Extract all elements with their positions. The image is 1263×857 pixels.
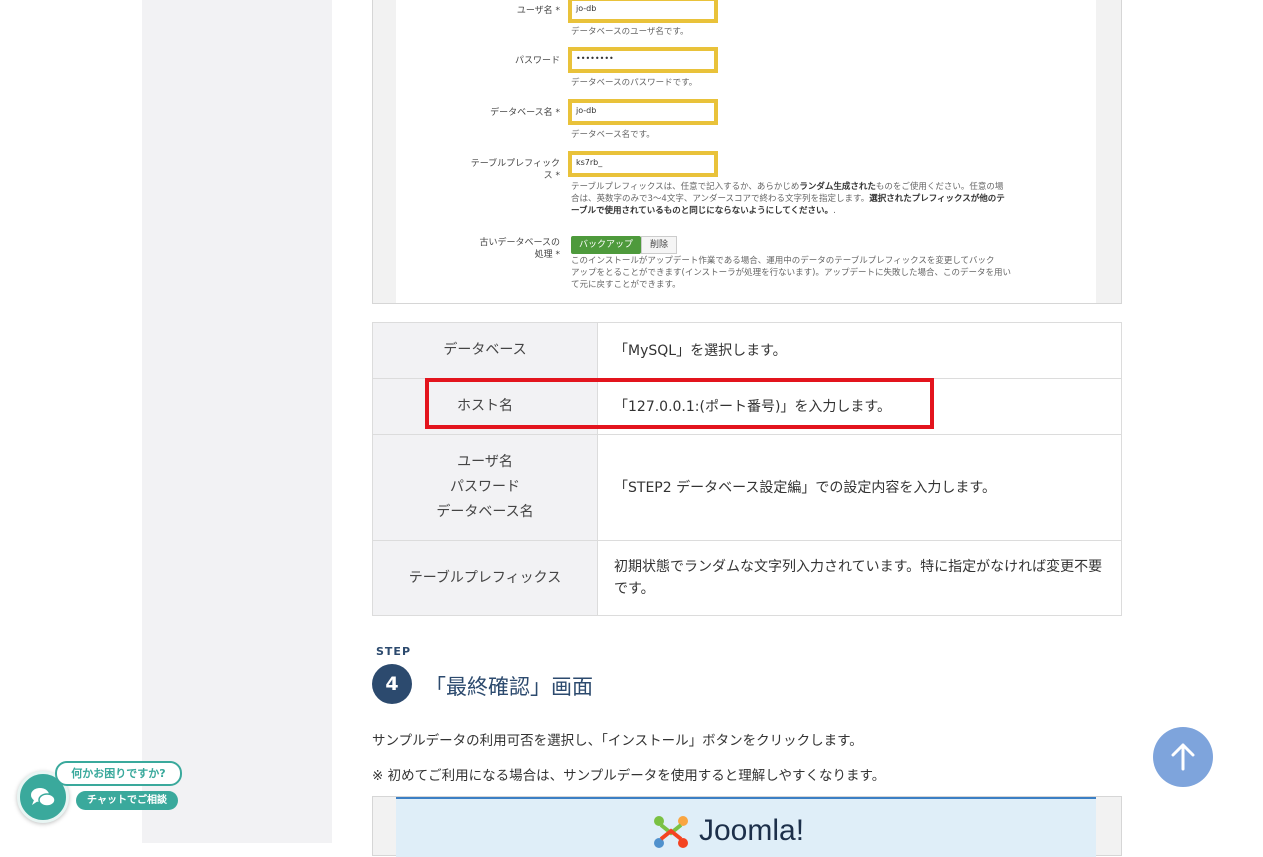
form-label-username: ユーザ名 * <box>516 6 560 16</box>
password-field: •••••••• <box>568 47 718 73</box>
chat-prompt-bubble[interactable]: 何かお困りですか? <box>55 761 182 786</box>
prefix-help: テーブルプレフィックスは、任意で記入するか、あらかじめランダム生成されたものをご… <box>571 182 1005 216</box>
backup-button: バックアップ <box>571 236 641 254</box>
arrow-up-icon <box>1171 743 1195 771</box>
username-value: jo-db <box>576 4 597 13</box>
form-label-dbname: データベース名 * <box>490 108 560 118</box>
dbname-value: jo-db <box>576 106 597 115</box>
prefix-value: ks7rb_ <box>576 158 603 167</box>
table-head-credentials: ユーザ名 パスワード データベース名 <box>372 434 598 541</box>
step-label: STEP <box>376 645 412 658</box>
table-row: テーブルプレフィックス 初期状態でランダムな文字列入力されています。特に指定がな… <box>372 540 1122 616</box>
dbname-field: jo-db <box>568 99 718 125</box>
screenshot-joomla-final: Joomla! <box>372 796 1122 857</box>
username-field: jo-db <box>568 0 718 23</box>
scroll-to-top-button[interactable] <box>1153 727 1213 787</box>
chat-consult-button[interactable]: チャットでご相談 <box>76 791 178 810</box>
settings-table: データベース 「MySQL」を選択します。 ホスト名 「127.0.0.1:(ポ… <box>372 322 1122 616</box>
form-label-password: パスワード <box>514 56 560 66</box>
table-value-database: 「MySQL」を選択します。 <box>597 322 1122 379</box>
step-number-badge: 4 <box>372 664 412 704</box>
password-help: データベースのパスワードです。 <box>571 78 698 88</box>
table-head-prefix: テーブルプレフィックス <box>372 540 598 616</box>
form-label-old-db: 古いデータベースの 処理 * <box>479 238 560 260</box>
prefix-field: ks7rb_ <box>568 151 718 177</box>
table-value-prefix: 初期状態でランダムな文字列入力されています。特に指定がなければ変更不要 です。 <box>597 540 1122 616</box>
step-title: 「最終確認」画面 <box>425 675 593 699</box>
host-highlight-box <box>425 378 934 429</box>
old-db-help: このインストールがアップデート作業である場合、運用中のデータのテーブルプレフィッ… <box>571 256 1011 290</box>
step-description: サンプルデータの利用可否を選択し、「インストール」ボタンをクリックします。 <box>372 733 863 749</box>
form-label-prefix-line1: テーブルプレフィック <box>470 159 560 169</box>
screenshot-form-area: ユーザ名 * jo-db データベースのユーザ名です。 パスワード ••••••… <box>396 0 1096 303</box>
form-label-prefix-line2: ス * <box>543 171 560 181</box>
screenshot-db-config: ユーザ名 * jo-db データベースのユーザ名です。 パスワード ••••••… <box>372 0 1122 304</box>
sidebar-background <box>142 0 332 843</box>
form-label-prefix: テーブルプレフィック ス * <box>440 158 560 182</box>
delete-button: 削除 <box>641 236 677 254</box>
dbname-help: データベース名です。 <box>571 130 655 140</box>
password-value: •••••••• <box>576 54 614 63</box>
joomla-header: Joomla! <box>396 797 1096 857</box>
joomla-mark-icon <box>654 816 688 848</box>
table-row: ユーザ名 パスワード データベース名 「STEP2 データベース設定編」での設定… <box>372 434 1122 541</box>
table-value-credentials: 「STEP2 データベース設定編」での設定内容を入力します。 <box>597 434 1122 541</box>
table-row: データベース 「MySQL」を選択します。 <box>372 322 1122 379</box>
step-note: ※ 初めてご利用になる場合は、サンプルデータを使用すると理解しやすくなります。 <box>372 768 886 784</box>
joomla-logo: Joomla! <box>651 813 804 849</box>
username-help: データベースのユーザ名です。 <box>571 27 689 37</box>
table-head-database: データベース <box>372 322 598 379</box>
